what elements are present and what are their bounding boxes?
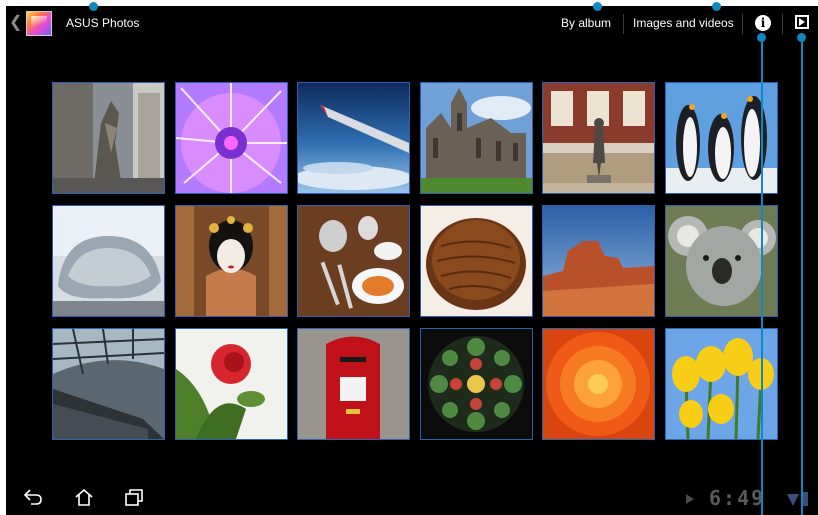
by-album-button[interactable]: By album bbox=[561, 16, 611, 30]
app-title: ASUS Photos bbox=[66, 16, 140, 30]
photo-thumbnail-orange-dahlia[interactable] bbox=[542, 328, 655, 440]
callout-line bbox=[761, 38, 763, 515]
photo-thumbnail-cathedral[interactable] bbox=[420, 82, 533, 194]
photo-thumbnail-red-rose[interactable] bbox=[175, 328, 288, 440]
wifi-icon bbox=[787, 494, 799, 506]
gallery-screen: ❮ ASUS Photos By album Images and videos… bbox=[6, 6, 818, 515]
recent-apps-icon[interactable] bbox=[125, 489, 143, 506]
callout-marker bbox=[89, 2, 98, 11]
system-bar: 6:49 bbox=[6, 480, 818, 515]
action-bar: ❮ ASUS Photos By album Images and videos… bbox=[6, 6, 818, 42]
photo-thumbnail-desert-mesa[interactable] bbox=[542, 205, 655, 317]
photo-thumbnail-geisha[interactable] bbox=[175, 205, 288, 317]
callout-marker bbox=[593, 2, 602, 11]
status-clock: 6:49 bbox=[709, 486, 766, 510]
divider bbox=[742, 14, 743, 34]
callout-marker bbox=[712, 2, 721, 11]
back-icon[interactable] bbox=[24, 489, 42, 505]
home-icon[interactable] bbox=[75, 489, 93, 506]
photo-thumbnail-escalator-tunnel[interactable] bbox=[52, 328, 165, 440]
play-indicator-icon bbox=[686, 494, 694, 504]
photo-thumbnail-purple-flower-abstract[interactable] bbox=[175, 82, 288, 194]
chevron-left-icon[interactable]: ❮ bbox=[9, 15, 22, 31]
divider bbox=[623, 14, 624, 34]
photo-thumbnail-rose-window[interactable] bbox=[420, 328, 533, 440]
divider bbox=[782, 14, 783, 34]
photo-thumbnail-cloud-gate-bean[interactable] bbox=[52, 205, 165, 317]
info-icon[interactable]: i bbox=[755, 15, 771, 31]
photo-thumbnail-red-postbox[interactable] bbox=[297, 328, 410, 440]
photo-thumbnail-tea-table[interactable] bbox=[297, 205, 410, 317]
photo-thumbnail-street-statue[interactable] bbox=[542, 82, 655, 194]
photo-thumbnail-airplane-wing-sky[interactable] bbox=[297, 82, 410, 194]
slideshow-icon[interactable] bbox=[795, 15, 809, 29]
callout-line bbox=[801, 38, 803, 515]
asus-photos-icon[interactable] bbox=[26, 11, 52, 36]
photo-thumbnail-chocolate-cake[interactable] bbox=[420, 205, 533, 317]
images-and-videos-button[interactable]: Images and videos bbox=[633, 16, 734, 30]
photo-thumbnail-sculpture[interactable] bbox=[52, 82, 165, 194]
